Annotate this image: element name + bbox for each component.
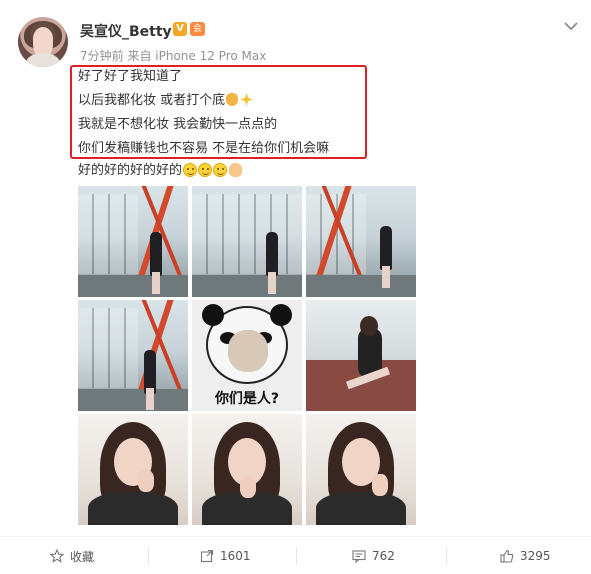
repost-icon <box>200 549 214 563</box>
action-bar: 收藏 1601 762 3295 <box>0 536 591 574</box>
comment-icon <box>352 549 366 564</box>
meme-caption: 你们是人? <box>214 391 280 407</box>
post-line-4: 你们发稿赚钱也不容易 不是在给你们机会嘛 <box>78 141 330 156</box>
photo-thumbnail[interactable] <box>306 300 416 411</box>
photo-thumbnail[interactable] <box>192 186 302 297</box>
photo-thumbnail[interactable] <box>78 414 188 525</box>
post-line-2: 以后我都化妆 或者打个底 <box>78 92 254 110</box>
favorite-button[interactable]: 收藏 <box>49 537 95 574</box>
smile-emoji-icon <box>198 163 213 177</box>
favorite-label: 收藏 <box>70 549 95 564</box>
like-button[interactable]: 3295 <box>500 537 551 574</box>
star-icon <box>49 548 65 563</box>
meme-thumbnail[interactable]: 你们是人? <box>192 300 302 411</box>
verified-badge-icon: V <box>173 22 187 36</box>
photo-thumbnail[interactable] <box>78 186 188 297</box>
photo-thumbnail[interactable] <box>192 414 302 525</box>
photo-thumbnail[interactable] <box>306 186 416 297</box>
photo-grid: 你们是人? <box>78 186 416 525</box>
wave-hand-emoji-icon <box>229 163 243 177</box>
repost-button[interactable]: 1601 <box>200 537 251 574</box>
photo-thumbnail[interactable] <box>306 414 416 525</box>
sparkles-emoji-icon <box>240 93 254 106</box>
divider <box>148 547 149 565</box>
post-line-1: 好了好了我知道了 <box>78 69 183 84</box>
post-meta: 7分钟前 来自 iPhone 12 Pro Max <box>80 49 267 63</box>
comment-button[interactable]: 762 <box>352 537 395 574</box>
smile-emoji-icon <box>213 163 228 177</box>
vip-badge-icon: 会 <box>190 22 205 36</box>
username[interactable]: 吴宣仪_Betty <box>80 21 172 41</box>
divider <box>296 547 297 565</box>
like-count: 3295 <box>520 549 551 563</box>
post-line-3: 我就是不想化妆 我会勤快一点点的 <box>78 117 278 132</box>
chevron-down-icon[interactable] <box>563 17 579 31</box>
photo-thumbnail[interactable] <box>78 300 188 411</box>
smile-emoji-icon <box>183 163 198 177</box>
thumbs-up-icon <box>500 549 514 563</box>
ok-hand-emoji-icon <box>226 93 239 106</box>
post-line-5: 好的好的好的好的 <box>78 162 243 180</box>
repost-count: 1601 <box>220 549 251 563</box>
comment-count: 762 <box>372 549 395 563</box>
divider <box>446 547 447 565</box>
avatar[interactable] <box>18 17 68 67</box>
